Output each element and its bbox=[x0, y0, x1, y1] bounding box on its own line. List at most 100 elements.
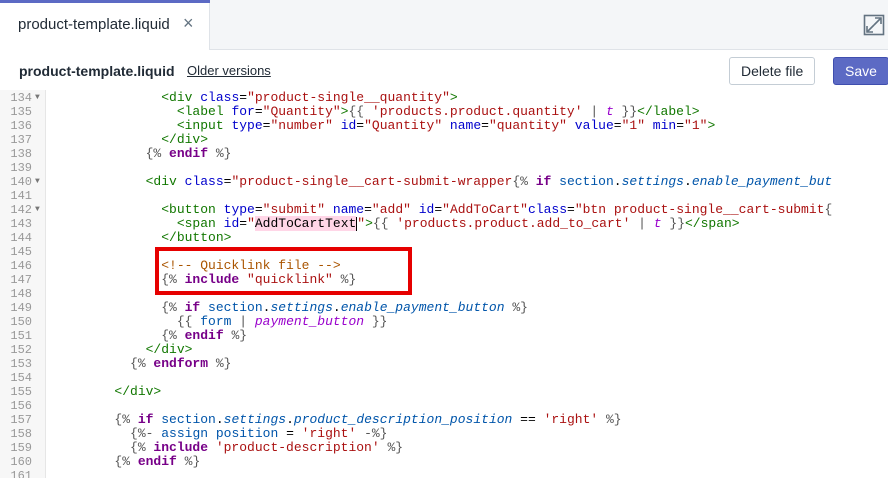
code-token: assign bbox=[161, 426, 209, 441]
code-token: endif bbox=[184, 328, 224, 343]
code-line[interactable]: 147 {% include "quicklink" %} bbox=[0, 272, 888, 288]
code-line[interactable]: 160 {% endif %} bbox=[0, 455, 888, 470]
code-token: min bbox=[645, 118, 677, 133]
code-token: | bbox=[582, 104, 606, 119]
code-token: position bbox=[208, 426, 279, 441]
code-token: " bbox=[357, 216, 366, 231]
active-tab-indicator bbox=[0, 0, 210, 3]
code-line[interactable]: 142 ▼ <button type="submit" name="add" id… bbox=[0, 203, 888, 218]
code-token: enable_payment_but bbox=[691, 174, 833, 189]
code-token: . bbox=[684, 174, 692, 189]
code-token: -%} bbox=[356, 426, 388, 441]
code-text: <div class="product-single__cart-submit-… bbox=[52, 174, 833, 189]
code-token: id bbox=[223, 216, 240, 231]
line-number: 151 bbox=[10, 329, 32, 343]
code-text: </div> bbox=[52, 385, 161, 399]
code-line[interactable]: 143 <span id="AddToCartText">{{ 'product… bbox=[0, 216, 888, 231]
code-line[interactable]: 144 </button> bbox=[0, 231, 888, 246]
code-line[interactable]: 137 </div> bbox=[0, 132, 888, 148]
code-line[interactable]: 150 {{ form | payment_button }} bbox=[0, 315, 888, 330]
code-token: {%- bbox=[130, 426, 162, 441]
code-text: {% endform %} bbox=[52, 357, 231, 371]
code-line[interactable]: 158 {%- assign position = 'right' -%} bbox=[0, 426, 888, 442]
code-line[interactable]: 148 bbox=[0, 287, 888, 301]
code-line[interactable]: 151 {% endif %} bbox=[0, 328, 888, 344]
line-number: 148 bbox=[10, 287, 32, 301]
code-token: section bbox=[200, 300, 263, 315]
code-line[interactable]: 146 <!-- Quicklink file --> bbox=[0, 259, 888, 274]
code-line[interactable]: 136 <input type="number" id="Quantity" n… bbox=[0, 118, 888, 134]
code-lines[interactable]: 134 ▼ <div class="product-single__quantit… bbox=[0, 91, 888, 478]
code-line[interactable]: 157 {% if section.settings.product_descr… bbox=[0, 412, 888, 428]
code-line[interactable]: 149 {% if section.settings.enable_paymen… bbox=[0, 300, 888, 316]
code-line[interactable]: 141 bbox=[0, 189, 888, 203]
code-token: id bbox=[332, 118, 357, 133]
code-text: <div class="product-single__quantity"> bbox=[52, 91, 458, 105]
expand-icon[interactable] bbox=[863, 14, 885, 36]
code-text: <span id="AddToCartText">{{ 'products.pr… bbox=[52, 216, 740, 231]
code-token: = bbox=[239, 90, 248, 105]
code-text: {%- assign position = 'right' -%} bbox=[52, 426, 388, 441]
delete-file-button[interactable]: Delete file bbox=[729, 57, 816, 85]
code-token: t bbox=[605, 104, 614, 119]
code-token: " bbox=[247, 216, 255, 231]
code-token: if bbox=[137, 412, 154, 427]
line-number: 158 bbox=[10, 427, 32, 441]
code-token: { bbox=[824, 202, 833, 217]
code-line[interactable]: 159 {% include 'product-description' %} bbox=[0, 441, 888, 456]
code-token: {% bbox=[512, 174, 536, 189]
code-line[interactable]: 135 <label for="Quantity">{{ 'products.p… bbox=[0, 105, 888, 120]
code-line[interactable]: 156 bbox=[0, 399, 888, 413]
code-line[interactable]: 138 {% endif %} bbox=[0, 146, 888, 162]
code-line[interactable]: 153 {% endform %} bbox=[0, 357, 888, 372]
fold-arrow-icon[interactable]: ▼ bbox=[35, 203, 40, 217]
code-token: %} bbox=[598, 412, 622, 427]
code-text: {% include 'product-description' %} bbox=[52, 441, 403, 455]
line-number: 143 bbox=[10, 217, 32, 231]
code-line[interactable]: 155 </div> bbox=[0, 385, 888, 400]
code-token: settings bbox=[223, 412, 287, 427]
line-number: 160 bbox=[10, 455, 32, 469]
code-token: "1" bbox=[684, 118, 708, 133]
code-token: "1" bbox=[621, 118, 645, 133]
close-icon[interactable]: × bbox=[183, 13, 194, 33]
code-token: for bbox=[231, 104, 255, 119]
code-token: {% bbox=[114, 454, 138, 469]
tab-product-template[interactable]: product-template.liquid × bbox=[0, 0, 210, 50]
code-line[interactable]: 134 ▼ <div class="product-single__quantit… bbox=[0, 91, 888, 106]
code-line[interactable]: 145 bbox=[0, 245, 888, 259]
code-line[interactable]: 152 </div> bbox=[0, 343, 888, 358]
code-token: {% bbox=[161, 300, 185, 315]
code-token: = bbox=[278, 426, 302, 441]
code-line[interactable]: 161 bbox=[0, 469, 888, 478]
code-line[interactable]: 139 bbox=[0, 161, 888, 175]
code-token: </div> bbox=[114, 384, 162, 399]
code-text: <button type="submit" name="add" id="Add… bbox=[52, 203, 832, 217]
code-text: <label for="Quantity">{{ 'products.produ… bbox=[52, 105, 700, 119]
code-editor[interactable]: 134 ▼ <div class="product-single__quantit… bbox=[0, 90, 888, 478]
code-text: {{ form | payment_button }} bbox=[52, 315, 388, 329]
code-token: <div bbox=[161, 90, 201, 105]
code-line[interactable]: 154 bbox=[0, 371, 888, 385]
code-token: = bbox=[676, 118, 685, 133]
code-token: {% bbox=[130, 440, 154, 455]
fold-arrow-icon[interactable]: ▼ bbox=[35, 91, 40, 105]
older-versions-link[interactable]: Older versions bbox=[187, 63, 271, 78]
code-token: section bbox=[153, 412, 216, 427]
code-text: {% if section.settings.product_descripti… bbox=[52, 412, 622, 427]
save-button[interactable]: Save bbox=[833, 57, 888, 85]
code-token: %} bbox=[176, 454, 201, 469]
code-token: endif bbox=[169, 146, 209, 161]
code-line[interactable]: 140 ▼ <div class="product-single__cart-su… bbox=[0, 174, 888, 190]
code-text: {% endif %} bbox=[52, 455, 200, 469]
code-text: </button> bbox=[52, 231, 231, 245]
fold-arrow-icon[interactable]: ▼ bbox=[35, 175, 40, 189]
code-token: </div> bbox=[161, 132, 209, 147]
